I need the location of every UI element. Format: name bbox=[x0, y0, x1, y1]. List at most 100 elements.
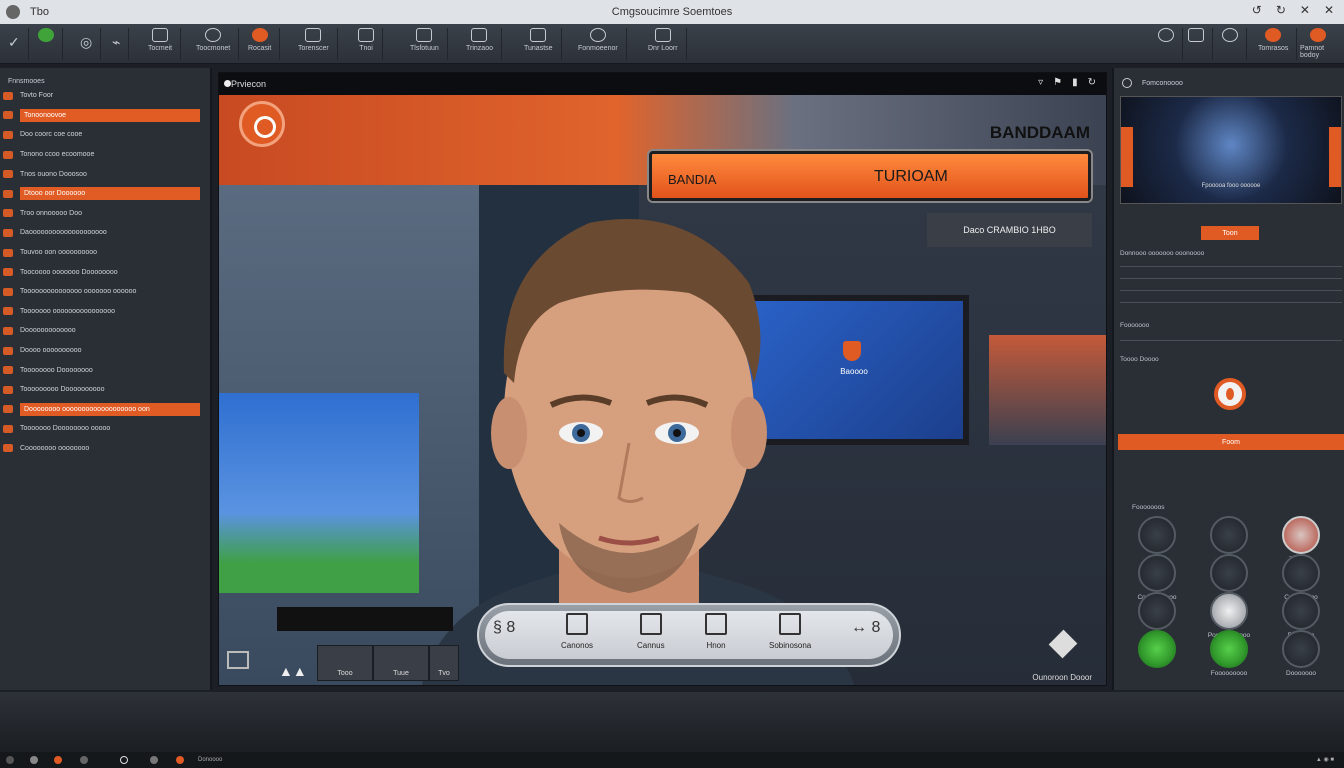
sidebar-item[interactable]: Doooo oooooooooo bbox=[0, 341, 210, 361]
layout-icon[interactable] bbox=[227, 651, 249, 669]
orange-circle-icon bbox=[251, 28, 268, 42]
video-preview[interactable]: Prviecon ▿ ⚑ ▮ ↻ Baoooo BANDDAAM BANDIA … bbox=[218, 72, 1107, 686]
refresh-icon[interactable]: ↻ bbox=[1088, 77, 1096, 88]
slider-track-1[interactable] bbox=[1120, 278, 1342, 279]
toolbar-button-8[interactable]: Fonmoeenor bbox=[570, 28, 627, 60]
effect-dial[interactable] bbox=[1210, 630, 1248, 668]
save-icon bbox=[530, 28, 547, 42]
preview-edge-right bbox=[1329, 127, 1341, 187]
effect-dial[interactable] bbox=[1210, 592, 1248, 630]
sidebar-item[interactable]: Tooooooo Doooooooo ooooo bbox=[0, 419, 210, 439]
sidebar-item[interactable]: Tooooooooo Doooooooooo bbox=[0, 380, 210, 400]
effect-dial[interactable] bbox=[1210, 554, 1248, 592]
sidebar-item[interactable]: Dooooooooooooo bbox=[0, 321, 210, 341]
slider-track-2[interactable] bbox=[1120, 290, 1342, 291]
effect-dial[interactable] bbox=[1138, 630, 1176, 668]
control-button-2[interactable]: Cannus bbox=[637, 613, 665, 650]
start-button[interactable]: Foom bbox=[1118, 434, 1344, 450]
stream-icon bbox=[1310, 28, 1326, 42]
effect-dial[interactable] bbox=[1282, 554, 1320, 592]
slider-track-3[interactable] bbox=[1120, 302, 1342, 303]
file-icon bbox=[471, 28, 488, 42]
toolbar-button-3[interactable]: Torenscer bbox=[290, 28, 338, 60]
source-icon bbox=[3, 91, 13, 100]
sidebar-item[interactable]: Touvoo oon oooooooooo bbox=[0, 243, 210, 263]
toolbar-right-button-1[interactable] bbox=[1180, 28, 1213, 60]
preview-button-0[interactable]: Tooo bbox=[317, 645, 373, 681]
control-button-1[interactable]: Canonos bbox=[561, 613, 593, 650]
toolbar-target-button[interactable]: ◎ bbox=[72, 28, 102, 60]
preview-edge-left bbox=[1121, 127, 1133, 187]
sidebar-item[interactable]: Tonono ccoo ecoomooe bbox=[0, 145, 210, 165]
toolbar-right-button-4[interactable]: Pamnot bodoy bbox=[1292, 28, 1344, 60]
browser-icon[interactable] bbox=[150, 756, 158, 764]
toolbar-button-2[interactable]: Rocasit bbox=[240, 28, 281, 60]
toolbar-green-button[interactable] bbox=[30, 28, 63, 60]
panel-settings-icon[interactable] bbox=[1122, 78, 1132, 88]
toolbar-right-button-0[interactable] bbox=[1150, 28, 1183, 60]
toolbar-label: Tomrasos bbox=[1258, 45, 1289, 52]
sidebar-item[interactable]: Tnos ouono Dooosoo bbox=[0, 164, 210, 184]
close-window-icon[interactable]: ✕ bbox=[1324, 3, 1334, 17]
refresh-icon[interactable]: ↻ bbox=[1276, 3, 1286, 17]
effect-dial[interactable] bbox=[1210, 516, 1248, 554]
sidebar-item[interactable]: Doo coorc coe cooe bbox=[0, 125, 210, 145]
sidebar-item[interactable]: Doooooooo ooooooooooooooooooo oon bbox=[0, 400, 210, 420]
signal-icon[interactable]: ▿ bbox=[1038, 77, 1043, 88]
sidebar-item[interactable]: Tooooooooooooooo ooooooo oooooo bbox=[0, 282, 210, 302]
preview-button-1[interactable]: Tuue bbox=[373, 645, 429, 681]
toolbar-right-button-2[interactable] bbox=[1214, 28, 1247, 60]
sidebar-item[interactable]: Tonoonoovoe bbox=[0, 106, 210, 126]
edit-control[interactable]: § 8 bbox=[493, 619, 515, 637]
program-preview[interactable]: Fpooooa fooo oooooe bbox=[1120, 96, 1342, 204]
toolbar-button-5[interactable]: Tlsfotuun bbox=[402, 28, 448, 60]
sidebar-item[interactable]: Coooooooo oooooooo bbox=[0, 439, 210, 459]
tray-icons[interactable]: ▲ ◉ ■ bbox=[1316, 756, 1334, 763]
sidebar-item-label: Tovto Foor bbox=[20, 92, 54, 100]
back-icon[interactable]: ↺ bbox=[1252, 3, 1262, 17]
circle-icon[interactable] bbox=[120, 756, 128, 764]
sidebar-item[interactable]: Tooooooo oooooooooooooooo bbox=[0, 302, 210, 322]
search-icon[interactable] bbox=[30, 756, 38, 764]
close-icon[interactable]: ✕ bbox=[1300, 3, 1310, 17]
sidebar-item[interactable]: Toooooooo Doooooooo bbox=[0, 360, 210, 380]
slider-track-0[interactable] bbox=[1120, 266, 1342, 267]
lock-icon[interactable]: ▮ bbox=[1072, 77, 1078, 88]
effect-dial[interactable] bbox=[1138, 516, 1176, 554]
preview-button-2[interactable]: Tvo bbox=[429, 645, 459, 681]
effect-dial[interactable] bbox=[1282, 516, 1320, 554]
toolbar-arc-button[interactable]: ⌁ bbox=[104, 28, 130, 60]
effect-dial[interactable] bbox=[1138, 554, 1176, 592]
start-icon[interactable] bbox=[6, 756, 14, 764]
sidebar-item-label: Toooooooo Doooooooo bbox=[20, 366, 93, 374]
sidebar-item[interactable]: Troo onnooooo Doo bbox=[0, 204, 210, 224]
toolbar-right-button-3[interactable]: Tomrasos bbox=[1250, 28, 1298, 60]
toolbar-button-1[interactable]: Toocmonet bbox=[188, 28, 240, 60]
settings-icon bbox=[1222, 28, 1238, 42]
effect-dial[interactable] bbox=[1282, 630, 1320, 668]
toolbar-button-7[interactable]: Tunastse bbox=[516, 28, 562, 60]
toolbar-label: Fonmoeenor bbox=[578, 45, 618, 52]
sidebar-item[interactable]: Dtooo oor Doooooo bbox=[0, 184, 210, 204]
toolbar-check-button[interactable]: ✓ bbox=[0, 28, 29, 60]
effect-dial[interactable] bbox=[1138, 592, 1176, 630]
source-icon bbox=[3, 385, 13, 394]
control-button-3[interactable]: Hnon bbox=[705, 613, 727, 650]
toolbar-button-6[interactable]: Trinzaoo bbox=[458, 28, 502, 60]
sidebar-item[interactable]: Toocoooo ooooooo Doooooooo bbox=[0, 262, 210, 282]
recorder-icon[interactable] bbox=[176, 756, 184, 764]
toolbar-button-4[interactable]: Tnoi bbox=[350, 28, 383, 60]
resize-control[interactable]: ↔ 8 bbox=[851, 619, 880, 637]
toolbar-button-0[interactable]: Tocmeit bbox=[140, 28, 182, 60]
sidebar-item[interactable]: Daoooooooooooooooooooo bbox=[0, 223, 210, 243]
effect-dial[interactable] bbox=[1282, 592, 1320, 630]
toolbar-button-9[interactable]: Dnr Loorr bbox=[640, 28, 687, 60]
record-toggle-icon[interactable] bbox=[1214, 378, 1246, 410]
sidebar-item[interactable]: Tovto Foor bbox=[0, 86, 210, 106]
control-button-4[interactable]: Sobinosona bbox=[769, 613, 811, 650]
app-icon[interactable] bbox=[54, 756, 62, 764]
slider-track-4[interactable] bbox=[1120, 340, 1342, 341]
transition-button[interactable]: Toon bbox=[1201, 226, 1259, 240]
flag-icon[interactable]: ⚑ bbox=[1053, 77, 1062, 88]
folder-icon[interactable] bbox=[80, 756, 88, 764]
